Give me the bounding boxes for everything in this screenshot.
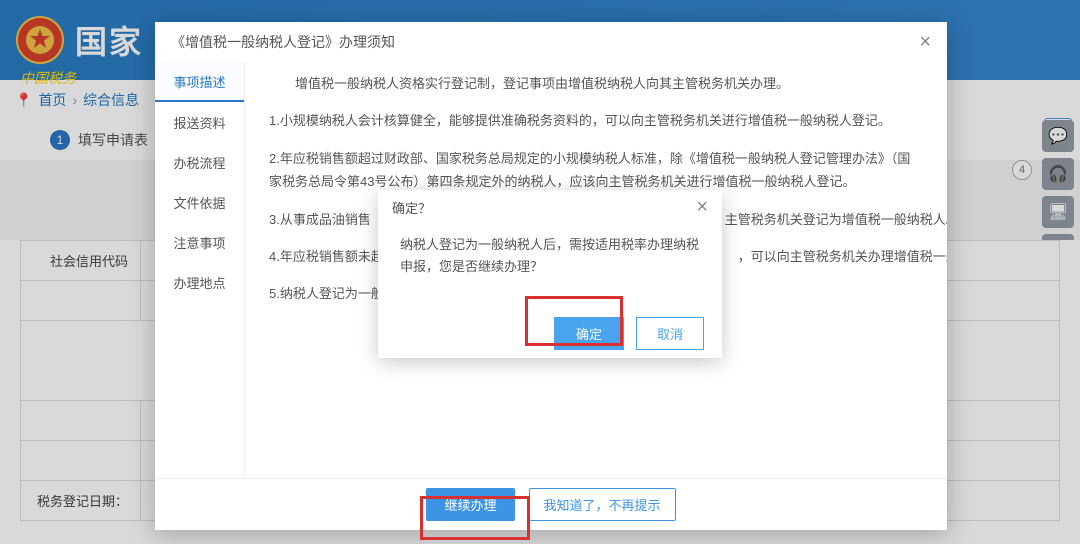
notice-modal-footer: 继续办理 我知道了，不再提示 bbox=[155, 478, 947, 530]
tab-caution[interactable]: 注意事项 bbox=[155, 222, 244, 262]
notice-modal-title: 《增值税一般纳税人登记》办理须知 bbox=[171, 32, 395, 52]
notice-intro: 增值税一般纳税人资格实行登记制，登记事项由增值税纳税人向其主管税务机关办理。 bbox=[269, 72, 923, 95]
notice-p2: 2.年应税销售额超过财政部、国家税务总局规定的小规模纳税人标准，除《增值税一般纳… bbox=[269, 147, 923, 194]
tab-description[interactable]: 事项描述 bbox=[155, 62, 244, 102]
confirm-close-icon[interactable]: × bbox=[696, 196, 708, 219]
close-icon[interactable]: × bbox=[919, 31, 931, 54]
continue-button[interactable]: 继续办理 bbox=[426, 488, 514, 521]
tab-basis[interactable]: 文件依据 bbox=[155, 182, 244, 222]
tab-materials[interactable]: 报送资料 bbox=[155, 102, 244, 142]
confirm-modal: 确定？ × 纳税人登记为一般纳税人后，需按适用税率办理纳税申报，您是否继续办理？… bbox=[378, 190, 722, 358]
dismiss-button[interactable]: 我知道了，不再提示 bbox=[529, 488, 676, 521]
ok-button[interactable]: 确定 bbox=[554, 317, 624, 350]
confirm-modal-footer: 确定 取消 bbox=[378, 308, 722, 358]
notice-tabs: 事项描述 报送资料 办税流程 文件依据 注意事项 办理地点 bbox=[155, 62, 245, 478]
tab-process[interactable]: 办税流程 bbox=[155, 142, 244, 182]
confirm-modal-title: 确定？ bbox=[392, 198, 431, 217]
notice-p1: 1.小规模纳税人会计核算健全，能够提供准确税务资料的，可以向主管税务机关进行增值… bbox=[269, 109, 923, 132]
notice-modal-header: 《增值税一般纳税人登记》办理须知 × bbox=[155, 22, 947, 62]
tab-location[interactable]: 办理地点 bbox=[155, 262, 244, 302]
cancel-button[interactable]: 取消 bbox=[636, 317, 704, 350]
confirm-modal-body: 纳税人登记为一般纳税人后，需按适用税率办理纳税申报，您是否继续办理？ bbox=[378, 224, 722, 308]
confirm-modal-header: 确定？ × bbox=[378, 190, 722, 224]
